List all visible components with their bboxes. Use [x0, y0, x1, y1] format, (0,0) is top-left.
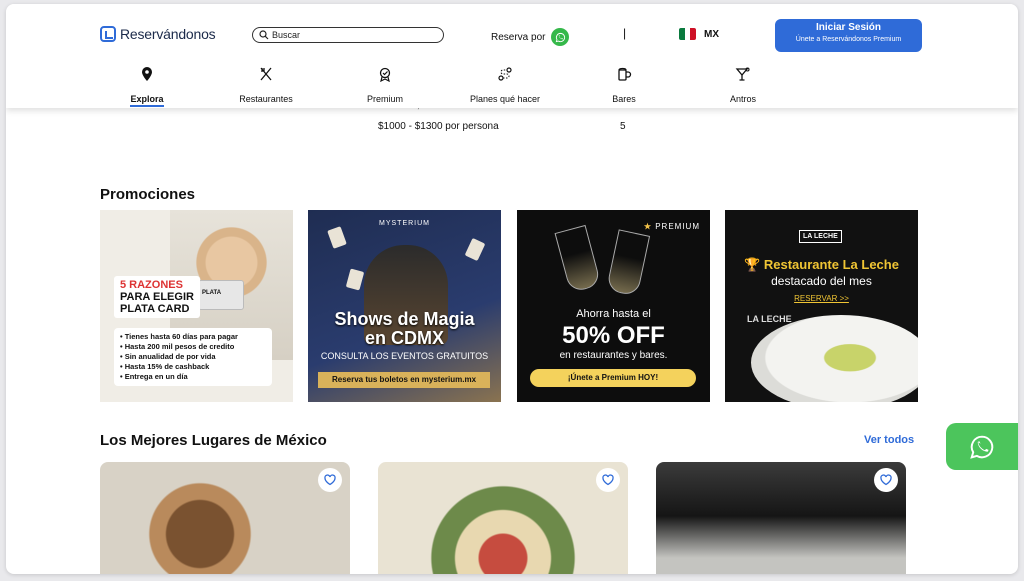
heart-icon [602, 474, 614, 486]
search-icon [259, 30, 269, 40]
heart-icon [880, 474, 892, 486]
promo-headline: 5 RAZONES PARA ELEGIR PLATA CARD [114, 276, 200, 318]
best-places-title: Los Mejores Lugares de México [100, 432, 327, 449]
premium-badge: ★ PREMIUM [643, 222, 700, 231]
whatsapp-float-button[interactable] [946, 423, 1018, 470]
site-header: Reservándonos Reserva por | MX Iniciar S… [6, 4, 1018, 108]
promo-plata-card[interactable]: PLATA 5 RAZONES PARA ELEGIR PLATA CARD •… [100, 210, 293, 402]
beer-mug-icon [618, 67, 632, 81]
promotions-title: Promociones [100, 186, 196, 203]
playing-card-icon [327, 226, 347, 249]
search-input[interactable] [272, 30, 432, 40]
mexico-flag-icon [679, 28, 696, 40]
whatsapp-icon [970, 435, 994, 459]
favorite-button[interactable] [874, 468, 898, 492]
favorite-button[interactable] [318, 468, 342, 492]
promo-headline: Shows de Magia en CDMX [334, 309, 475, 348]
promo-line2: destacado del mes [771, 274, 872, 288]
promo-line3: en restaurantes y bares. [559, 350, 668, 361]
nav-antros[interactable]: Antros [698, 66, 788, 104]
nav-label: Bares [612, 94, 636, 104]
promo-mysterium[interactable]: MYSTERIUM Shows de Magia en CDMX CONSULT… [308, 210, 501, 402]
logo-text: Reservándonos [120, 26, 216, 42]
promo-button[interactable]: ¡Únete a Premium HOY! [530, 369, 696, 387]
promo-line1: 🏆 Restaurante La Leche [744, 257, 899, 272]
nav-label: Antros [729, 94, 756, 104]
review-count: 5 [620, 121, 626, 132]
promo-line1: Ahorra hasta el [576, 308, 651, 320]
promo-line2: 50% OFF [562, 322, 665, 349]
main-nav: Explora Restaurantes Premium Planes qué … [6, 66, 1018, 108]
plans-route-icon [498, 67, 512, 81]
site-logo[interactable]: Reservándonos [100, 26, 216, 42]
promo-brand: MYSTERIUM [379, 220, 430, 227]
logo-icon [100, 26, 116, 42]
see-all-link[interactable]: Ver todos [864, 434, 914, 446]
promo-reserve-link[interactable]: RESERVAR >> [725, 294, 918, 303]
promo-bullets: • Tienes hasta 60 días para pagar • Hast… [114, 328, 272, 386]
location-pin-icon [142, 67, 152, 81]
price-range: $1000 - $1300 por persona [378, 121, 499, 132]
star-icon: ★ [643, 222, 652, 231]
place-card[interactable] [100, 462, 350, 574]
playing-card-icon [345, 268, 365, 291]
promo-la-leche[interactable]: LA LECHE 🏆 Restaurante La Leche destacad… [725, 210, 918, 402]
country-selector[interactable]: MX [679, 28, 719, 40]
login-title: Iniciar Sesión [815, 22, 882, 33]
playing-card-icon [464, 237, 486, 262]
cocktail-icon [735, 67, 750, 81]
la-leche-logo: LA LECHE [799, 230, 842, 243]
wine-glass-icon [605, 229, 651, 297]
favorite-button[interactable] [596, 468, 620, 492]
login-button[interactable]: Iniciar Sesión Únete a Reservándonos Pre… [775, 19, 922, 52]
nav-planes[interactable]: Planes qué hacer [460, 66, 550, 104]
heart-icon [324, 474, 336, 486]
promo-premium[interactable]: ★ PREMIUM Ahorra hasta el 50% OFF en res… [517, 210, 710, 402]
nav-label: Premium [366, 94, 403, 104]
nav-label: Restaurantes [239, 94, 293, 104]
reserva-whatsapp[interactable]: Reserva por [491, 28, 570, 46]
search-box[interactable] [252, 27, 444, 43]
fork-knife-icon [260, 67, 272, 81]
restaurant-sign: LA LECHE [747, 314, 792, 324]
promo-button[interactable]: Reserva tus boletos en mysterium.mx [318, 372, 490, 388]
nav-label: Planes qué hacer [469, 94, 541, 104]
whatsapp-icon[interactable] [551, 28, 570, 46]
nav-explora[interactable]: Explora [102, 66, 192, 107]
nav-restaurantes[interactable]: Restaurantes [221, 66, 311, 104]
nav-premium[interactable]: Premium [340, 66, 430, 104]
login-subtitle: Únete a Reservándonos Premium [795, 36, 902, 43]
promo-sub: CONSULTA LOS EVENTOS GRATUITOS [320, 351, 489, 361]
credit-card-image: PLATA [198, 280, 244, 310]
browser-page: Cuauhtémoc, Ciudad de México $1000 - $13… [6, 4, 1018, 574]
header-separator: | [623, 26, 627, 40]
wine-glass-icon [554, 224, 602, 294]
premium-badge-icon [379, 67, 391, 82]
place-card[interactable] [378, 462, 628, 574]
nav-bares[interactable]: Bares [579, 66, 669, 104]
reserva-label: Reserva por [491, 31, 546, 43]
dish-image [751, 315, 918, 402]
place-card[interactable] [656, 462, 906, 574]
country-code: MX [704, 28, 719, 40]
nav-label: Explora [102, 94, 192, 107]
